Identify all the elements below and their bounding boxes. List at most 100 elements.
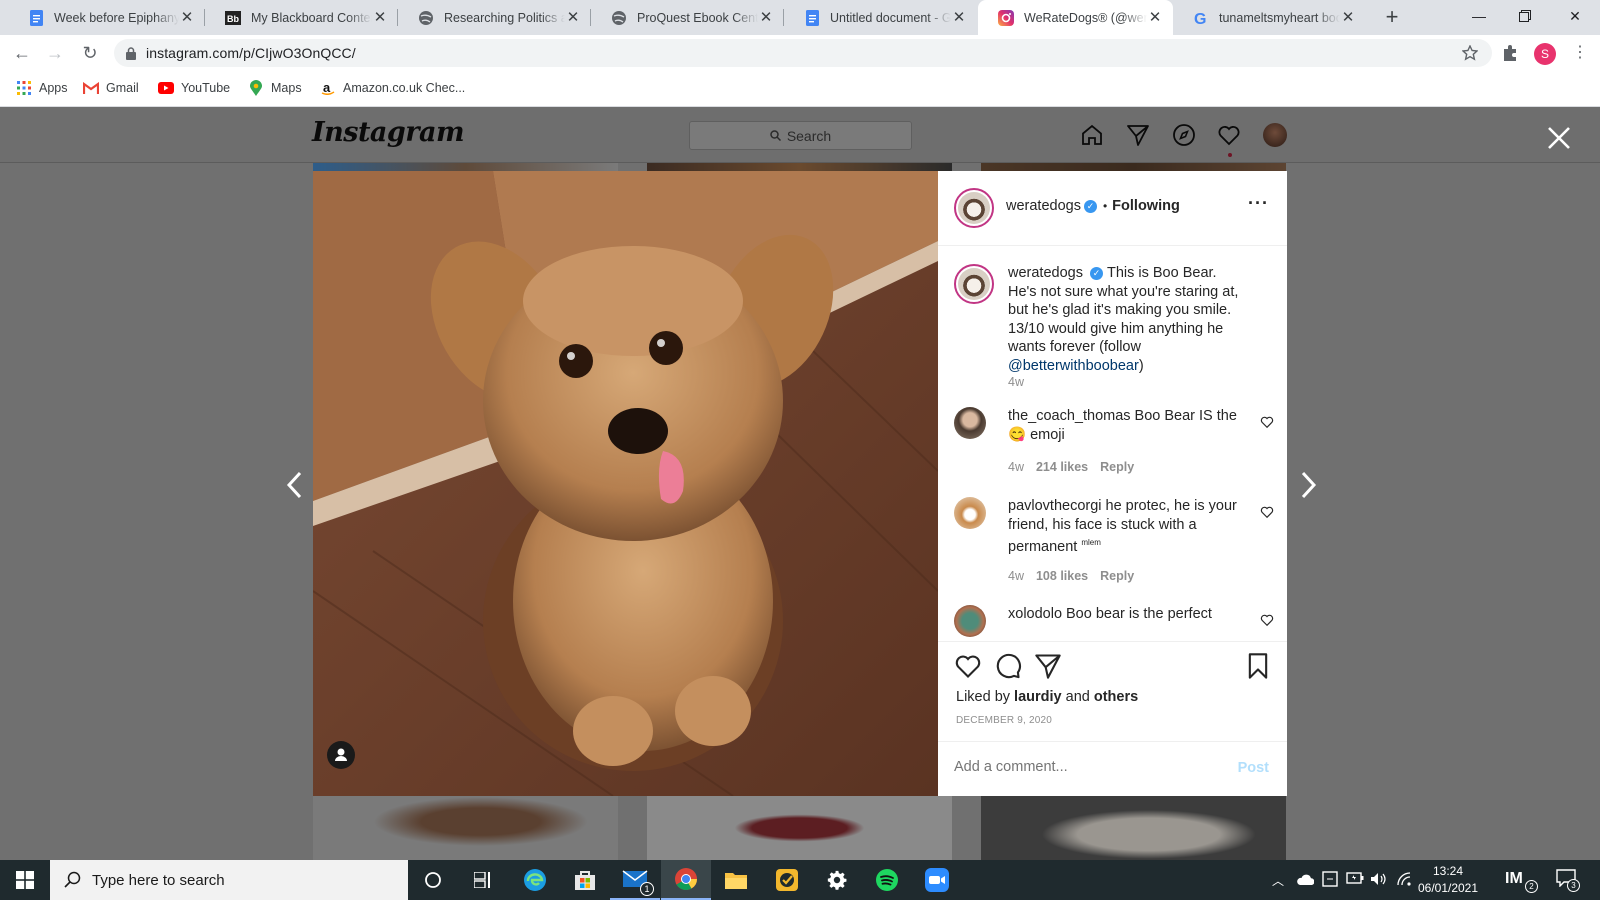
restore-button[interactable] xyxy=(1502,0,1548,32)
im-app-icon[interactable]: IM 2 xyxy=(1505,870,1538,893)
chrome-menu-icon[interactable]: ⋮ xyxy=(1572,41,1588,65)
more-options-icon[interactable]: ··· xyxy=(1248,193,1269,214)
volume-speaker-icon[interactable] xyxy=(1370,872,1386,886)
bookmark-maps[interactable]: Maps xyxy=(248,80,302,96)
tab-close-icon[interactable]: ✕ xyxy=(1340,9,1356,26)
caption-username[interactable]: weratedogs xyxy=(1008,265,1083,281)
author-username[interactable]: weratedogs xyxy=(1006,198,1081,214)
comment-likes[interactable]: 108 likes xyxy=(1036,569,1088,583)
tab-close-icon[interactable]: ✕ xyxy=(565,9,581,26)
previous-post-arrow-icon[interactable] xyxy=(283,470,307,500)
instagram-search-input[interactable]: Search xyxy=(689,121,912,150)
windows-start-icon[interactable] xyxy=(0,860,50,900)
bookmark-apps[interactable]: Apps xyxy=(16,80,68,96)
tag-user-icon[interactable] xyxy=(327,741,355,769)
add-comment-input[interactable] xyxy=(954,759,1214,775)
chrome-taskbar-icon[interactable] xyxy=(661,860,711,900)
liked-by-user-link[interactable]: laurdiy xyxy=(1014,689,1062,705)
tab-proquest[interactable]: ProQuest Ebook Central ✕ xyxy=(591,0,784,35)
edge-icon[interactable] xyxy=(510,860,560,900)
minimize-button[interactable]: — xyxy=(1456,0,1502,32)
author-avatar[interactable] xyxy=(954,188,994,228)
comment-username[interactable]: pavlovthecorgi xyxy=(1008,498,1102,514)
close-icon[interactable] xyxy=(1546,125,1572,151)
store-icon[interactable] xyxy=(560,860,610,900)
task-view-icon[interactable] xyxy=(458,860,508,900)
tab-researching-politics[interactable]: Researching Politics and ✕ xyxy=(398,0,591,35)
author-avatar[interactable] xyxy=(954,264,994,304)
tab-tunameltsmyheart[interactable]: G tunameltsmyheart boo ✕ xyxy=(1173,0,1366,35)
post-comment-button[interactable]: Post xyxy=(1238,760,1269,776)
tab-untitled-document[interactable]: Untitled document - Go ✕ xyxy=(784,0,977,35)
commenter-avatar[interactable] xyxy=(954,605,986,637)
cortana-icon[interactable] xyxy=(408,860,458,900)
commenter-avatar[interactable] xyxy=(954,497,986,529)
instagram-logo[interactable]: Instagram xyxy=(312,117,465,148)
tab-close-icon[interactable]: ✕ xyxy=(1147,9,1163,26)
tab-weratedogs[interactable]: WeRateDogs® (@weratedogs) ✕ xyxy=(978,0,1173,35)
spotify-icon[interactable] xyxy=(862,860,912,900)
direct-message-icon[interactable] xyxy=(1126,123,1150,147)
tab-close-icon[interactable]: ✕ xyxy=(179,9,195,26)
comment-username[interactable]: the_coach_thomas xyxy=(1008,408,1131,424)
profile-avatar[interactable]: S xyxy=(1534,43,1556,65)
battery-icon[interactable] xyxy=(1346,872,1364,884)
zoom-icon[interactable] xyxy=(912,860,962,900)
comment-reply-button[interactable]: Reply xyxy=(1100,460,1134,474)
post-header: weratedogs ✓ • Following ··· xyxy=(938,171,1287,246)
show-hidden-icons-chevron[interactable]: ︿ xyxy=(1272,872,1284,889)
caption-age[interactable]: 4w xyxy=(1008,375,1024,389)
feed-thumbnail xyxy=(313,163,618,171)
post-date[interactable]: DECEMBER 9, 2020 xyxy=(956,715,1052,726)
onedrive-cloud-icon[interactable] xyxy=(1296,872,1314,886)
bookmark-youtube[interactable]: YouTube xyxy=(158,80,230,96)
mail-icon[interactable]: 1 xyxy=(610,860,660,900)
tab-close-icon[interactable]: ✕ xyxy=(372,9,388,26)
bookmark-gmail[interactable]: Gmail xyxy=(83,80,139,96)
tasks-checkmark-icon[interactable] xyxy=(762,860,812,900)
forward-arrow-icon[interactable]: → xyxy=(44,42,66,64)
back-arrow-icon[interactable]: ← xyxy=(11,42,33,64)
next-post-arrow-icon[interactable] xyxy=(1296,470,1320,500)
settings-gear-icon[interactable] xyxy=(812,860,862,900)
following-button[interactable]: Following xyxy=(1112,198,1180,214)
profile-avatar-icon[interactable] xyxy=(1263,123,1287,147)
comment-likes[interactable]: 214 likes xyxy=(1036,460,1088,474)
action-center-icon[interactable]: 3 xyxy=(1556,869,1580,892)
commenter-avatar[interactable] xyxy=(954,407,986,439)
activity-heart-icon[interactable] xyxy=(1217,123,1241,147)
system-clock[interactable]: 13:24 06/01/2021 xyxy=(1410,863,1486,897)
save-bookmark-icon[interactable] xyxy=(1244,652,1272,680)
like-heart-icon[interactable] xyxy=(954,652,982,680)
comment-like-heart-icon[interactable] xyxy=(1260,415,1274,429)
address-bar[interactable]: instagram.com/p/CIjwO3OnQCC/ xyxy=(114,39,1492,67)
liked-by-others-link[interactable]: others xyxy=(1094,689,1138,705)
tab-close-icon[interactable]: ✕ xyxy=(758,9,774,26)
tab-blackboard[interactable]: Bb My Blackboard Content ✕ xyxy=(205,0,398,35)
post-photo[interactable] xyxy=(313,171,938,796)
home-icon[interactable] xyxy=(1080,123,1104,147)
comment-body: Boo bear is the perfect xyxy=(1066,606,1212,622)
defender-shield-icon[interactable] xyxy=(1322,871,1338,887)
reload-icon[interactable]: ↻ xyxy=(79,42,101,64)
tab-title: Researching Politics and xyxy=(444,10,565,25)
comment-like-heart-icon[interactable] xyxy=(1260,505,1274,519)
comment-age[interactable]: 4w xyxy=(1008,460,1024,474)
bookmark-star-icon[interactable] xyxy=(1462,45,1478,61)
tab-close-icon[interactable]: ✕ xyxy=(951,9,967,26)
explore-compass-icon[interactable] xyxy=(1172,123,1196,147)
tab-week-before-epiphany[interactable]: Week before Epiphany ✕ xyxy=(8,0,205,35)
bookmark-amazon[interactable]: a Amazon.co.uk Chec... xyxy=(320,80,465,96)
taskbar-search-box[interactable]: Type here to search xyxy=(50,860,408,900)
new-tab-button[interactable]: + xyxy=(1381,6,1403,29)
comment-username[interactable]: xolodolo xyxy=(1008,606,1062,622)
extensions-puzzle-icon[interactable] xyxy=(1501,44,1519,62)
close-window-button[interactable]: ✕ xyxy=(1552,0,1598,32)
comment-reply-button[interactable]: Reply xyxy=(1100,569,1134,583)
share-paper-plane-icon[interactable] xyxy=(1034,652,1062,680)
comment-like-heart-icon[interactable] xyxy=(1260,613,1274,627)
file-explorer-icon[interactable] xyxy=(711,860,761,900)
caption-mention-link[interactable]: @betterwithboobear xyxy=(1008,358,1139,374)
comment-age[interactable]: 4w xyxy=(1008,569,1024,583)
comment-bubble-icon[interactable] xyxy=(994,652,1022,680)
